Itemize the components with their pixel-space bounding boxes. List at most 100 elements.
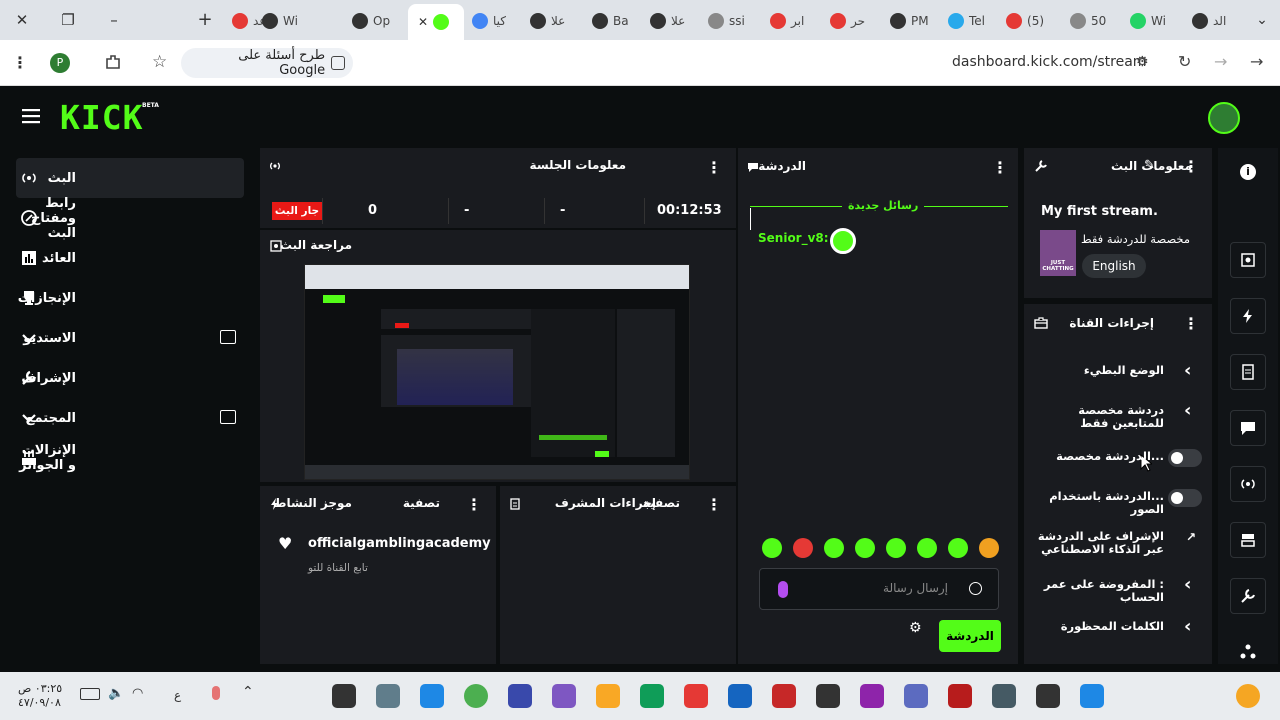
chevron-right-icon[interactable]: › [1184, 574, 1191, 595]
access-icon[interactable] [948, 684, 972, 708]
wrench-tool-button[interactable] [1230, 578, 1266, 614]
browser-tab[interactable]: ✕ [408, 4, 465, 40]
sidebar-item-trophy[interactable]: الإنجازات [16, 278, 244, 318]
taskbar-clock[interactable]: ٠٣:٢٥ ص ٤٧/٠٩/٠٨ [18, 682, 64, 710]
task-view-icon[interactable] [992, 684, 1016, 708]
mod-menu-icon[interactable]: ⋮ [706, 495, 722, 514]
l-app-icon[interactable] [772, 684, 796, 708]
microphone-icon[interactable] [778, 581, 788, 598]
reload-icon[interactable]: ↻ [1178, 52, 1191, 71]
sidebar-item-community[interactable]: المجتمع [16, 398, 244, 438]
browser-tab[interactable]: علا [650, 6, 685, 36]
chevron-right-icon[interactable]: › [1184, 360, 1191, 381]
category-thumbnail[interactable]: JUST CHATTING [1040, 230, 1076, 276]
browser-tab[interactable]: Wi [262, 6, 298, 36]
lightning-tool-button[interactable] [1230, 298, 1266, 334]
layout-tool-button[interactable] [1230, 522, 1266, 558]
sidebar-item-studio[interactable]: الاستديو [16, 318, 244, 358]
sidebar-item-link[interactable]: رابط ومفتاح البث [16, 196, 244, 241]
external-link-icon[interactable]: ↗ [1186, 530, 1196, 544]
battery-icon[interactable] [80, 688, 100, 700]
menu-dots-icon[interactable]: ⋮ [12, 53, 28, 72]
channel-actions-menu-icon[interactable]: ⋮ [1183, 314, 1199, 333]
browser-tab[interactable]: 50 [1070, 6, 1106, 36]
browser-tab[interactable]: الد [1192, 6, 1226, 36]
browser-tab[interactable]: ssi [708, 6, 745, 36]
emote-picker-item[interactable] [917, 538, 937, 558]
browser-tab[interactable]: علا [530, 6, 565, 36]
channel-action-toggle[interactable] [1168, 489, 1202, 507]
session-menu-icon[interactable]: ⋮ [706, 158, 722, 177]
extensions-icon[interactable] [104, 53, 122, 71]
taskbar-mic-icon[interactable] [212, 686, 220, 700]
new-tab-icon[interactable]: + [193, 8, 217, 32]
emote-picker-item[interactable] [824, 538, 844, 558]
emote-picker-item[interactable] [979, 538, 999, 558]
activity-filter-button[interactable]: تصفية [403, 496, 440, 510]
browser-tab[interactable]: (5) [1006, 6, 1044, 36]
emote-picker-item[interactable] [793, 538, 813, 558]
start-icon[interactable] [1080, 684, 1104, 708]
office-icon[interactable] [684, 684, 708, 708]
chat-settings-icon[interactable]: ⚙ [909, 620, 922, 636]
back-icon[interactable]: → [1250, 52, 1263, 71]
chevron-right-icon[interactable]: › [1184, 400, 1191, 421]
sidebar-item-chart[interactable]: العائد [16, 238, 244, 278]
mod-filter-button[interactable]: تصفية [643, 496, 680, 510]
google-ask-chip[interactable]: طرح أسئلة على Google [181, 48, 353, 78]
forward-icon[interactable]: → [1214, 52, 1227, 71]
close-tab-icon[interactable]: ✕ [418, 15, 428, 29]
emote-picker-item[interactable] [855, 538, 875, 558]
url-text[interactable]: dashboard.kick.com/stream [952, 54, 1146, 70]
sidebar-item-drops[interactable]: الإنزالات و الجوائز [16, 438, 244, 478]
browser-tab[interactable]: كيا [472, 6, 506, 36]
chatgpt-app-icon[interactable] [816, 684, 840, 708]
profile-avatar[interactable]: P [50, 53, 70, 73]
sidebar-item-wrench[interactable]: الإشراف [16, 358, 244, 398]
studio-layout-icon[interactable] [220, 330, 236, 344]
file-explorer-icon[interactable] [596, 684, 620, 708]
activity-menu-icon[interactable]: ⋮ [466, 495, 482, 514]
calendar-icon[interactable] [420, 684, 444, 708]
input-language[interactable]: ع [174, 688, 181, 702]
hamburger-menu-icon[interactable] [22, 108, 42, 124]
teams-icon[interactable] [904, 684, 928, 708]
broadcast-tool-button[interactable] [1230, 466, 1266, 502]
bookmark-star-icon[interactable]: ☆ [152, 52, 167, 72]
site-settings-icon[interactable]: ⚙ [1136, 54, 1149, 70]
chat-input[interactable]: إرسال رسالة [759, 568, 999, 610]
chat-tool-button[interactable] [1230, 410, 1266, 446]
calculator-icon[interactable] [508, 684, 532, 708]
weather-icon[interactable] [1236, 684, 1260, 708]
chrome-icon[interactable] [464, 684, 488, 708]
show-hidden-icons[interactable]: ⌃ [242, 684, 254, 700]
copilot-icon[interactable] [860, 684, 884, 708]
emote-picker-item[interactable] [948, 538, 968, 558]
channel-action-toggle[interactable] [1168, 449, 1202, 467]
browser-tab[interactable]: PM [890, 6, 929, 36]
search-icon[interactable] [1036, 684, 1060, 708]
chat-menu-icon[interactable]: ⋮ [992, 158, 1008, 177]
browser-tab[interactable]: Tel [948, 6, 985, 36]
m365-icon[interactable] [552, 684, 576, 708]
emote-picker-item[interactable] [762, 538, 782, 558]
community-users-icon[interactable] [220, 410, 236, 424]
chat-username[interactable]: Senior_v8: [758, 231, 829, 245]
emoji-icon[interactable] [969, 582, 982, 595]
minimize-window-icon[interactable]: – [102, 8, 126, 32]
kick-logo[interactable]: KICK [60, 98, 143, 137]
info-icon[interactable]: i [1240, 164, 1256, 180]
sidebar-item-broadcast[interactable]: البث [16, 158, 244, 198]
outlook-icon[interactable] [728, 684, 752, 708]
close-window-icon[interactable]: ✕ [10, 8, 34, 32]
edit-pencil-icon[interactable]: ✎ [1144, 158, 1155, 173]
user-avatar[interactable] [1208, 102, 1240, 134]
follower-name[interactable]: officialgamblingacademy [308, 536, 491, 551]
browser-tab[interactable]: Op [352, 6, 390, 36]
document-tool-button[interactable] [1230, 354, 1266, 390]
browser-tab[interactable]: ابر [770, 6, 804, 36]
stream-info-menu-icon[interactable]: ⋮ [1183, 157, 1199, 176]
emote-picker-item[interactable] [886, 538, 906, 558]
volume-icon[interactable]: 🔈 [108, 686, 124, 701]
chevron-right-icon[interactable]: › [1184, 616, 1191, 637]
